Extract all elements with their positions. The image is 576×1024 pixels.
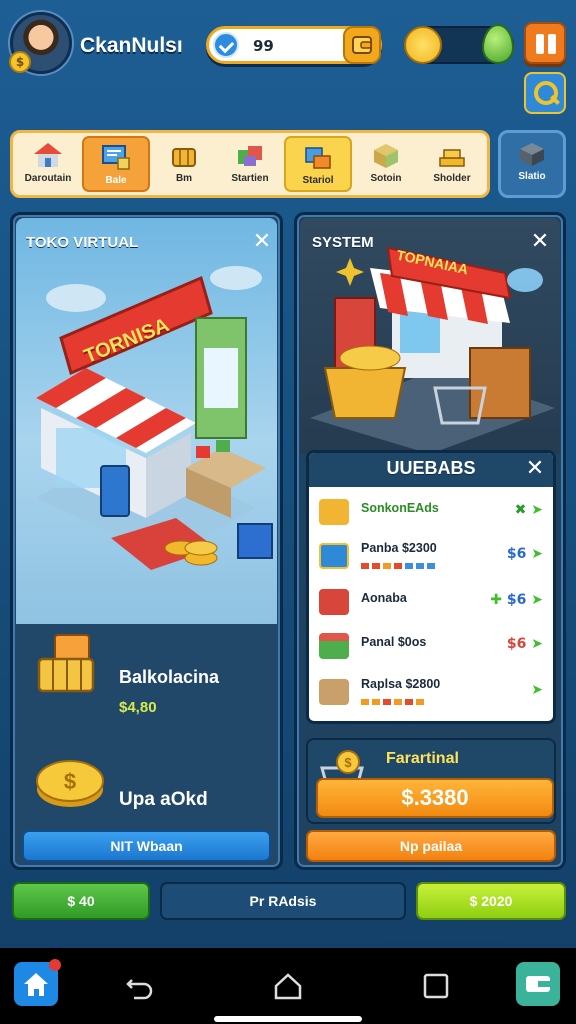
upgrade-actions[interactable]: $6 ➤	[507, 546, 543, 562]
safe-box-icon	[520, 143, 544, 166]
store-illustration: TOKO VIRTUAL ✕ TORNISA	[16, 218, 277, 624]
category-tab-2[interactable]: Bale	[82, 136, 150, 192]
coins-button[interactable]: $ 40	[12, 882, 150, 920]
pause-button[interactable]	[524, 22, 566, 64]
gift-box-icon	[238, 146, 262, 166]
back-button[interactable]	[120, 966, 160, 1006]
package-icon	[374, 144, 398, 168]
upgrades-popup: UUEBABS ✕ SonkonEAds ✖ ➤ Panba $2300 $6 …	[306, 450, 556, 724]
upgrades-header: UUEBABS ✕	[309, 453, 553, 487]
back-arrow-icon	[126, 979, 153, 1000]
item-price: $4,80	[119, 699, 157, 716]
package-icon	[319, 679, 349, 705]
category-tab-3[interactable]: Bm	[152, 136, 216, 192]
category-tab-7[interactable]: Sholder	[420, 136, 484, 192]
energy-meter	[404, 24, 514, 64]
gesture-handle[interactable]	[214, 1016, 362, 1022]
upgrade-level-bar	[361, 563, 435, 569]
category-tab-5[interactable]: Stariol	[284, 136, 352, 192]
left-action-button[interactable]: NIT Wbaan	[22, 830, 271, 862]
featured-price[interactable]: $.3380	[316, 778, 554, 818]
box-stack-icon	[319, 633, 349, 659]
gold-coin-icon: $	[35, 755, 105, 811]
item-name-2: Upa aOkd	[119, 789, 208, 810]
wallet-card-icon	[526, 976, 550, 992]
category-tab-6[interactable]: Sotoin	[354, 136, 418, 192]
featured-title: Farartinal	[386, 750, 459, 767]
right-action-button[interactable]: Np pailaa	[306, 830, 556, 862]
upgrades-title: UUEBABS	[386, 458, 476, 478]
gold-bars-icon	[439, 149, 465, 167]
featured-offer-card[interactable]: $ Farartinal $.3380	[306, 738, 556, 824]
add-gems-button[interactable]	[343, 26, 381, 64]
basket-icon	[35, 633, 97, 697]
virtual-store-panel: TOKO VIRTUAL ✕ TORNISA Balkolacina $4,80…	[10, 212, 283, 870]
system-illustration: SYSTEM ✕ TOPNAIAA	[300, 218, 560, 454]
upgrade-row[interactable]: SonkonEAds ✖ ➤	[317, 491, 549, 531]
svg-text:$: $	[344, 755, 352, 770]
gem-value: 99	[253, 37, 274, 55]
system-title: SYSTEM	[312, 234, 374, 251]
leaf-icon	[482, 24, 514, 64]
wallet-app-button[interactable]	[516, 962, 560, 1006]
level-coin-icon: $	[9, 51, 31, 73]
close-icon[interactable]: ✕	[530, 231, 550, 253]
upgrade-row[interactable]: Panal $0os $6 ➤	[317, 625, 549, 665]
shop-window-icon	[102, 145, 130, 170]
square-icon	[423, 973, 449, 999]
home-outline-icon	[274, 973, 302, 1000]
buy-button[interactable]: $ 2020	[416, 882, 566, 920]
home-nav-button[interactable]	[268, 966, 308, 1006]
crates-icon	[305, 147, 331, 169]
basket-icon	[172, 148, 196, 167]
rewards-button[interactable]: Pr RAdsis	[160, 882, 406, 920]
upgrade-row[interactable]: Aonaba ✚ $6 ➤	[317, 581, 549, 621]
house-icon	[34, 143, 62, 167]
recent-apps-button[interactable]	[416, 966, 456, 1006]
upgrade-level-bar	[361, 699, 424, 705]
gem-check-icon	[213, 32, 239, 58]
upgrade-actions[interactable]: ✚ $6 ➤	[490, 592, 543, 608]
search-button[interactable]	[524, 72, 566, 114]
home-app-button[interactable]	[14, 959, 61, 1006]
upgrade-row[interactable]: Panba $2300 $6 ➤	[317, 535, 549, 575]
category-tab-4[interactable]: Startien	[218, 136, 282, 192]
upgrade-actions[interactable]: ➤	[531, 682, 543, 698]
svg-text:$: $	[64, 769, 76, 794]
player-avatar[interactable]: $	[9, 12, 72, 74]
upgrade-actions[interactable]: ✖ ➤	[515, 502, 543, 518]
gold-bars-icon	[319, 499, 349, 525]
virtual-store-title: TOKO VIRTUAL	[26, 234, 139, 251]
upgrade-actions[interactable]: $6 ➤	[507, 636, 543, 652]
category-bar: Daroutain Bale Bm Startien Stariol Sotoi…	[10, 130, 490, 198]
close-icon[interactable]: ✕	[525, 458, 545, 480]
upgrade-row[interactable]: Raplsa $2800 ➤	[317, 671, 549, 711]
item-name: Balkolacina	[119, 667, 220, 687]
gift-icon	[319, 589, 349, 615]
player-name: CkanNulsı	[80, 34, 183, 57]
coin-icon	[404, 26, 442, 64]
crate-icon	[319, 543, 349, 569]
notification-dot	[49, 959, 61, 971]
close-icon[interactable]: ✕	[252, 231, 272, 253]
wallet-icon	[352, 36, 372, 54]
category-tab-extra[interactable]: Slatio	[498, 130, 566, 198]
category-tab-1[interactable]: Daroutain	[16, 136, 80, 192]
gem-counter: 99	[206, 26, 382, 64]
